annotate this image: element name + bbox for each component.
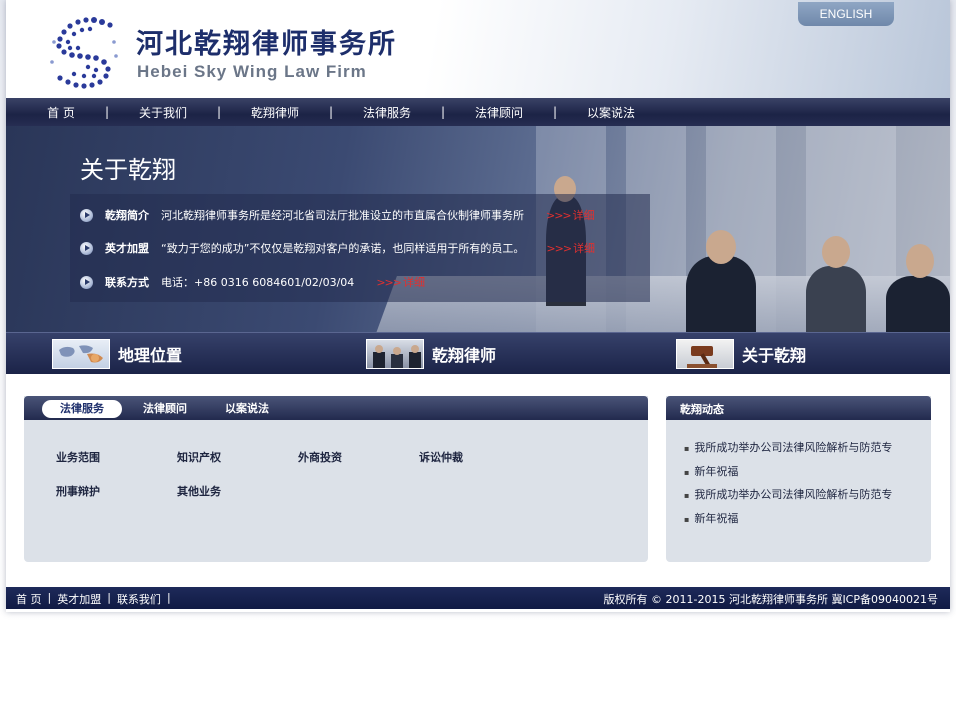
service-link-scope[interactable]: 业务范围 xyxy=(56,449,100,465)
banner-person xyxy=(886,276,950,332)
gavel-icon xyxy=(676,339,734,369)
footer-separator: | xyxy=(107,591,111,604)
nav-separator: | xyxy=(104,105,110,119)
info-row-careers: 英才加盟 “致力于您的成功”不仅仅是乾翔对客户的承诺，也同样适用于所有的员工。 … xyxy=(80,240,595,256)
news-item[interactable]: 我所成功举办公司法律风险解析与防范专 xyxy=(684,486,914,502)
quick-link-location[interactable]: 地理位置 xyxy=(52,339,182,369)
copyright-text: 版权所有 © 2011-2015 河北乾翔律师事务所 冀ICP备09040021… xyxy=(603,593,939,606)
info-label: 乾翔简介 xyxy=(105,209,149,222)
banner-title: 关于乾翔 xyxy=(80,156,176,184)
more-link[interactable]: >>> 详细 xyxy=(546,240,595,256)
footer: 首 页 | 英才加盟 | 联系我们 | 版权所有 © 2011-2015 河北乾… xyxy=(6,587,950,609)
lawyers-meeting-icon xyxy=(366,339,424,369)
tab-legal-counsel[interactable]: 法律顾问 xyxy=(130,400,200,418)
world-map-icon xyxy=(52,339,110,369)
service-link-litigation[interactable]: 诉讼仲裁 xyxy=(419,449,463,465)
quick-link-about[interactable]: 关于乾翔 xyxy=(676,339,806,369)
page-frame: ENGLISH 河北乾翔律师事务所 Hebei Sky Wing Law Fir… xyxy=(6,0,950,612)
info-label: 英才加盟 xyxy=(105,242,149,255)
nav-item-cases[interactable]: 以案说法 xyxy=(586,104,636,121)
service-link-criminal-defense[interactable]: 刑事辩护 xyxy=(56,483,100,499)
quick-link-label: 关于乾翔 xyxy=(742,346,807,365)
tab-legal-services[interactable]: 法律服务 xyxy=(42,400,122,418)
banner-person-head xyxy=(822,236,850,268)
quick-links-bar: 地理位置 乾翔律师 关于乾翔 xyxy=(6,332,950,374)
logo-icon[interactable] xyxy=(44,12,124,92)
footer-separator: | xyxy=(47,591,52,604)
service-link-other[interactable]: 其他业务 xyxy=(177,483,221,499)
play-bullet-icon xyxy=(80,241,93,255)
footer-links: 首 页 | 英才加盟 | 联系我们 | xyxy=(16,591,177,607)
more-arrows: >>> xyxy=(546,242,572,255)
info-text: “致力于您的成功”不仅仅是乾翔对客户的承诺，也同样适用于所有的员工。 xyxy=(161,242,525,255)
nav-separator: | xyxy=(440,105,446,119)
header: ENGLISH 河北乾翔律师事务所 Hebei Sky Wing Law Fir… xyxy=(6,0,950,98)
nav-item-home[interactable]: 首 页 xyxy=(46,104,76,121)
logo-title-cn: 河北乾翔律师事务所 xyxy=(136,29,397,60)
tab-cases[interactable]: 以案说法 xyxy=(212,400,282,418)
news-panel-header: 乾翔动态 xyxy=(666,396,931,420)
play-bullet-icon xyxy=(80,208,93,222)
nav-item-legal-services[interactable]: 法律服务 xyxy=(362,104,412,121)
banner-person-head xyxy=(906,244,934,278)
quick-link-label: 地理位置 xyxy=(118,346,183,365)
english-button[interactable]: ENGLISH xyxy=(798,2,894,26)
more-label: 详细 xyxy=(572,209,595,222)
more-link[interactable]: >>> 详细 xyxy=(546,207,595,223)
logo-title-en: Hebei Sky Wing Law Firm xyxy=(137,62,367,81)
info-label: 联系方式 xyxy=(105,276,149,289)
hero-banner: 关于乾翔 乾翔简介 河北乾翔律师事务所是经河北省司法厅批准设立的市直属合伙制律师… xyxy=(6,126,950,332)
news-title: 乾翔动态 xyxy=(680,403,724,416)
nav-separator: | xyxy=(328,105,334,119)
play-bullet-icon xyxy=(80,275,93,289)
news-item[interactable]: 新年祝福 xyxy=(684,510,914,526)
news-item[interactable]: 我所成功举办公司法律风险解析与防范专 xyxy=(684,439,914,455)
quick-link-lawyers[interactable]: 乾翔律师 xyxy=(366,339,496,369)
info-text: 电话：+86 0316 6084601/02/03/04 xyxy=(161,276,355,289)
nav-item-legal-counsel[interactable]: 法律顾问 xyxy=(474,104,524,121)
nav-item-lawyers[interactable]: 乾翔律师 xyxy=(250,104,300,121)
more-link[interactable]: >>> 详细 xyxy=(376,274,425,290)
services-panel-header: 法律服务 法律顾问 以案说法 xyxy=(24,396,648,420)
main-nav: 首 页 | 关于我们 | 乾翔律师 | 法律服务 | 法律顾问 | 以案说法 xyxy=(6,98,950,126)
more-label: 详细 xyxy=(573,242,596,255)
nav-separator: | xyxy=(216,105,222,119)
nav-item-about[interactable]: 关于我们 xyxy=(138,104,188,121)
footer-link-contact[interactable]: 联系我们 xyxy=(117,591,161,607)
footer-link-home[interactable]: 首 页 xyxy=(16,591,42,607)
service-link-foreign-investment[interactable]: 外商投资 xyxy=(298,449,342,465)
nav-separator: | xyxy=(552,105,558,119)
services-panel: 法律服务 法律顾问 以案说法 业务范围 知识产权 外商投资 诉讼仲裁 刑事辩护 … xyxy=(24,396,648,562)
banner-person-head xyxy=(706,230,736,264)
more-label: 详细 xyxy=(402,276,425,289)
news-item[interactable]: 新年祝福 xyxy=(684,463,914,479)
service-link-ip[interactable]: 知识产权 xyxy=(177,449,221,465)
banner-person xyxy=(806,266,866,332)
footer-separator: | xyxy=(166,591,171,604)
quick-link-label: 乾翔律师 xyxy=(432,346,497,365)
info-row-intro: 乾翔简介 河北乾翔律师事务所是经河北省司法厅批准设立的市直属合伙制律师事务所 >… xyxy=(80,207,595,223)
info-text: 河北乾翔律师事务所是经河北省司法厅批准设立的市直属合伙制律师事务所 xyxy=(161,209,524,222)
footer-link-careers[interactable]: 英才加盟 xyxy=(57,591,101,607)
info-row-contact: 联系方式 电话：+86 0316 6084601/02/03/04 >>> 详细 xyxy=(80,274,425,290)
banner-person xyxy=(686,256,756,332)
more-arrows: >>> xyxy=(376,276,402,289)
more-arrows: >>> xyxy=(546,209,572,222)
news-panel: 乾翔动态 我所成功举办公司法律风险解析与防范专 新年祝福 我所成功举办公司法律风… xyxy=(666,396,931,562)
